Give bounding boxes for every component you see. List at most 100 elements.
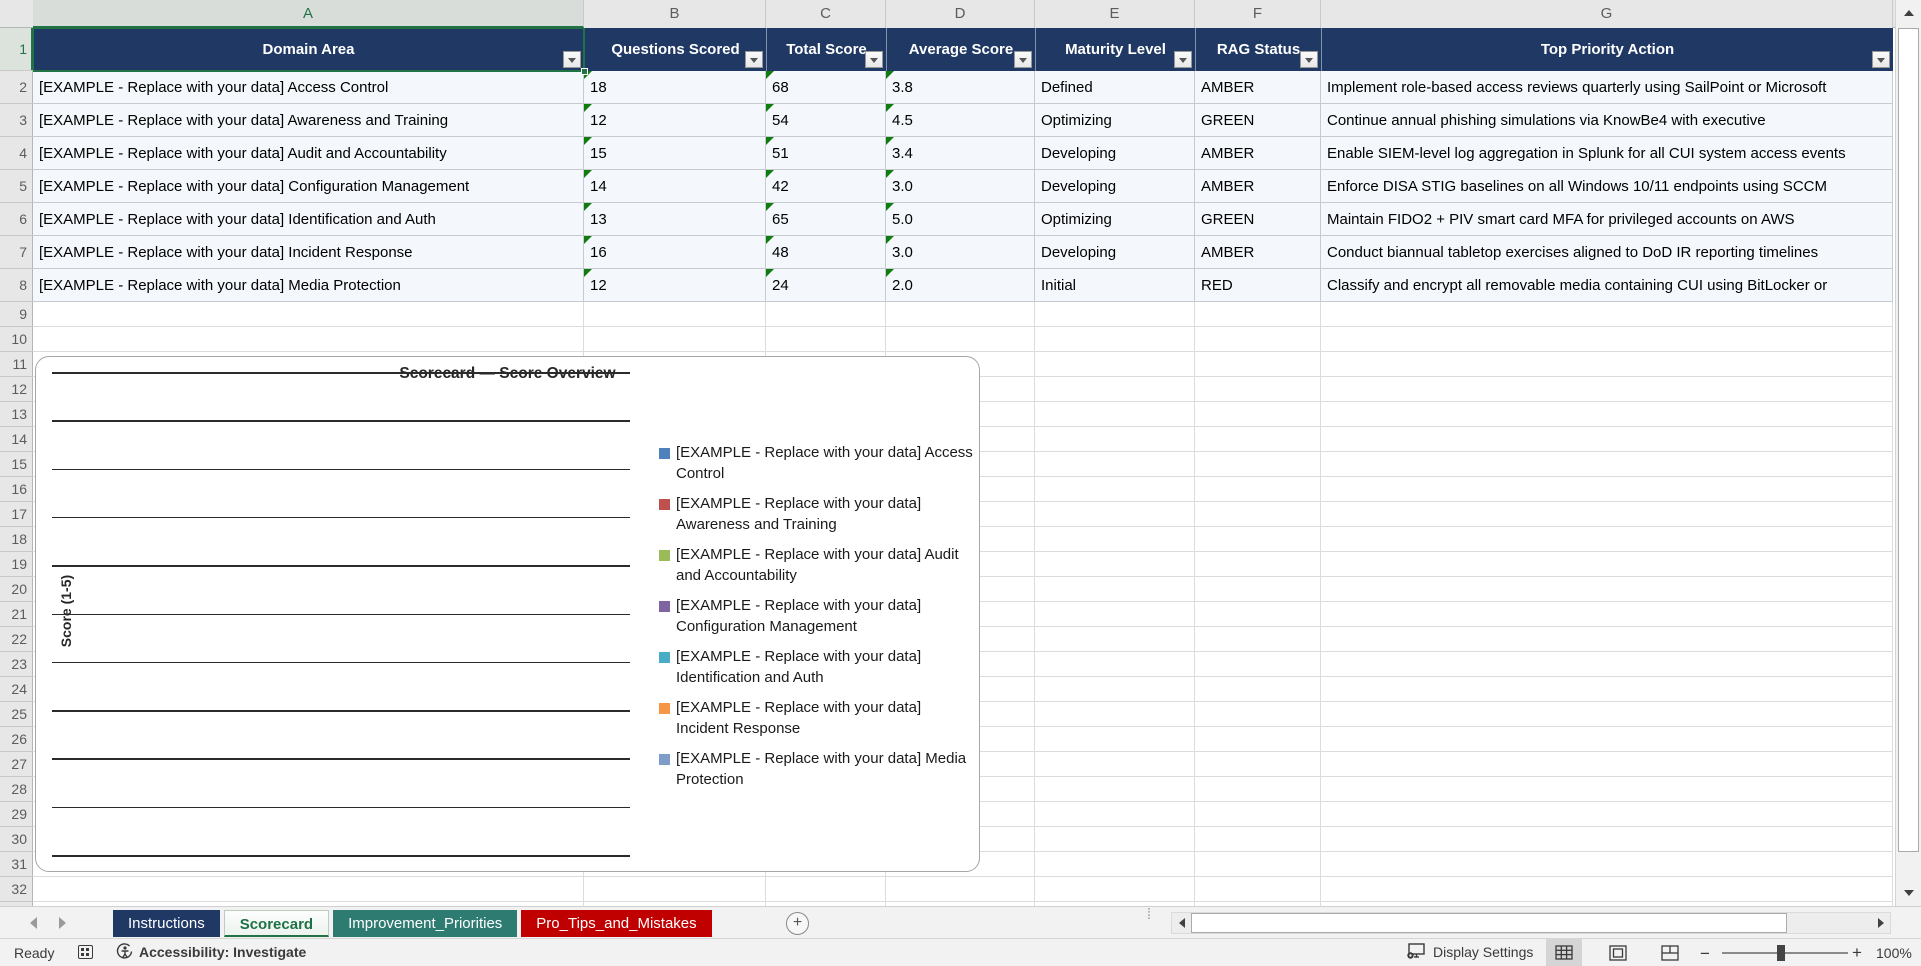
cell-F4[interactable]: AMBER <box>1195 137 1321 170</box>
cell-D8[interactable]: 2.0 <box>886 269 1035 302</box>
cell-B2[interactable]: 18 <box>584 71 766 104</box>
cell-F6[interactable]: GREEN <box>1195 203 1321 236</box>
cell-E6[interactable]: Optimizing <box>1035 203 1195 236</box>
cell-A6[interactable]: [EXAMPLE - Replace with your data] Ident… <box>33 203 584 236</box>
table-header-maturity-level[interactable]: Maturity Level <box>1035 28 1195 71</box>
table-header-average-score[interactable]: Average Score <box>886 28 1035 71</box>
column-header-D[interactable]: D <box>886 0 1035 28</box>
filter-dropdown-button[interactable] <box>563 51 581 68</box>
cell-F5[interactable]: AMBER <box>1195 170 1321 203</box>
filter-dropdown-button[interactable] <box>865 51 883 68</box>
cell-A8[interactable]: [EXAMPLE - Replace with your data] Media… <box>33 269 584 302</box>
legend-item[interactable]: [EXAMPLE - Replace with your data] Acces… <box>659 443 989 484</box>
zoom-slider-track[interactable] <box>1722 952 1848 954</box>
zoom-slider-handle[interactable] <box>1777 945 1785 961</box>
cell-B4[interactable]: 15 <box>584 137 766 170</box>
table-header-rag-status[interactable]: RAG Status <box>1195 28 1321 71</box>
row-header-24[interactable]: 24 <box>0 677 33 702</box>
cell-A4[interactable]: [EXAMPLE - Replace with your data] Audit… <box>33 137 584 170</box>
row-header-28[interactable]: 28 <box>0 777 33 802</box>
column-header-E[interactable]: E <box>1035 0 1195 28</box>
new-sheet-button[interactable]: + <box>786 912 809 935</box>
legend-item[interactable]: [EXAMPLE - Replace with your data] Audit… <box>659 545 989 586</box>
embedded-chart[interactable]: Scorecard — Score Overview Score (1-5) [… <box>35 356 980 872</box>
view-page-break-button[interactable] <box>1652 939 1688 966</box>
row-header-14[interactable]: 14 <box>0 427 33 452</box>
row-header-19[interactable]: 19 <box>0 552 33 577</box>
macro-record-icon[interactable] <box>78 945 93 959</box>
filter-dropdown-button[interactable] <box>745 51 763 68</box>
vertical-scrollbar[interactable] <box>1895 0 1921 906</box>
row-header-21[interactable]: 21 <box>0 602 33 627</box>
row-header-25[interactable]: 25 <box>0 702 33 727</box>
filter-dropdown-button[interactable] <box>1872 51 1890 68</box>
sheet-tab-scorecard[interactable]: Scorecard <box>223 910 330 937</box>
table-header-domain-area[interactable]: Domain Area <box>33 28 584 71</box>
cell-G5[interactable]: Enforce DISA STIG baselines on all Windo… <box>1321 170 1893 203</box>
scroll-down-arrow-icon[interactable] <box>1896 880 1921 906</box>
view-normal-button[interactable] <box>1546 939 1582 966</box>
cell-B5[interactable]: 14 <box>584 170 766 203</box>
cell-B6[interactable]: 13 <box>584 203 766 236</box>
row-header-4[interactable]: 4 <box>0 137 33 170</box>
row-header-12[interactable]: 12 <box>0 377 33 402</box>
column-header-F[interactable]: F <box>1195 0 1321 28</box>
cell-E7[interactable]: Developing <box>1035 236 1195 269</box>
cell-C5[interactable]: 42 <box>766 170 886 203</box>
cell-A3[interactable]: [EXAMPLE - Replace with your data] Aware… <box>33 104 584 137</box>
scroll-up-arrow-icon[interactable] <box>1896 0 1921 26</box>
cell-A7[interactable]: [EXAMPLE - Replace with your data] Incid… <box>33 236 584 269</box>
cell-C6[interactable]: 65 <box>766 203 886 236</box>
cell-G4[interactable]: Enable SIEM-level log aggregation in Spl… <box>1321 137 1893 170</box>
tab-splitter-handle[interactable]: ⁞ <box>1144 907 1154 922</box>
cell-D2[interactable]: 3.8 <box>886 71 1035 104</box>
row-header-29[interactable]: 29 <box>0 802 33 827</box>
row-header-18[interactable]: 18 <box>0 527 33 552</box>
cell-C8[interactable]: 24 <box>766 269 886 302</box>
cell-G8[interactable]: Classify and encrypt all removable media… <box>1321 269 1893 302</box>
zoom-level[interactable]: 100% <box>1876 945 1912 961</box>
cell-E8[interactable]: Initial <box>1035 269 1195 302</box>
column-header-B[interactable]: B <box>584 0 766 28</box>
row-header-10[interactable]: 10 <box>0 327 33 352</box>
cell-C3[interactable]: 54 <box>766 104 886 137</box>
cell-F3[interactable]: GREEN <box>1195 104 1321 137</box>
legend-item[interactable]: [EXAMPLE - Replace with your data] Identi… <box>659 647 989 688</box>
display-settings-button[interactable]: Display Settings <box>1406 943 1533 960</box>
table-header-questions-scored[interactable]: Questions Scored <box>584 28 766 71</box>
sheet-tab-instructions[interactable]: Instructions <box>113 910 220 937</box>
cell-G7[interactable]: Conduct biannual tabletop exercises alig… <box>1321 236 1893 269</box>
cell-G2[interactable]: Implement role-based access reviews quar… <box>1321 71 1893 104</box>
row-header-23[interactable]: 23 <box>0 652 33 677</box>
row-header-13[interactable]: 13 <box>0 402 33 427</box>
vertical-scrollbar-thumb[interactable] <box>1898 28 1919 852</box>
row-header-1[interactable]: 1 <box>0 28 33 71</box>
row-header-20[interactable]: 20 <box>0 577 33 602</box>
cell-G3[interactable]: Continue annual phishing simulations via… <box>1321 104 1893 137</box>
cell-G6[interactable]: Maintain FIDO2 + PIV smart card MFA for … <box>1321 203 1893 236</box>
cell-C7[interactable]: 48 <box>766 236 886 269</box>
row-header-7[interactable]: 7 <box>0 236 33 269</box>
cell-E4[interactable]: Developing <box>1035 137 1195 170</box>
tab-scroll-right-icon[interactable] <box>59 917 66 929</box>
cell-A5[interactable]: [EXAMPLE - Replace with your data] Confi… <box>33 170 584 203</box>
cell-B3[interactable]: 12 <box>584 104 766 137</box>
row-header-30[interactable]: 30 <box>0 827 33 852</box>
legend-item[interactable]: [EXAMPLE - Replace with your data] Incide… <box>659 698 989 739</box>
column-header-G[interactable]: G <box>1321 0 1893 28</box>
tab-scroll-left-icon[interactable] <box>30 917 37 929</box>
row-header-27[interactable]: 27 <box>0 752 33 777</box>
cell-C2[interactable]: 68 <box>766 71 886 104</box>
cell-E3[interactable]: Optimizing <box>1035 104 1195 137</box>
table-header-total-score[interactable]: Total Score <box>766 28 886 71</box>
cell-D5[interactable]: 3.0 <box>886 170 1035 203</box>
row-header-3[interactable]: 3 <box>0 104 33 137</box>
horizontal-scrollbar-thumb[interactable] <box>1191 913 1787 933</box>
row-header-5[interactable]: 5 <box>0 170 33 203</box>
table-header-top-priority-action[interactable]: Top Priority Action <box>1321 28 1893 71</box>
row-header-17[interactable]: 17 <box>0 502 33 527</box>
zoom-in-button[interactable]: + <box>1852 943 1862 963</box>
cell-F2[interactable]: AMBER <box>1195 71 1321 104</box>
row-header-9[interactable]: 9 <box>0 302 33 327</box>
cell-B7[interactable]: 16 <box>584 236 766 269</box>
